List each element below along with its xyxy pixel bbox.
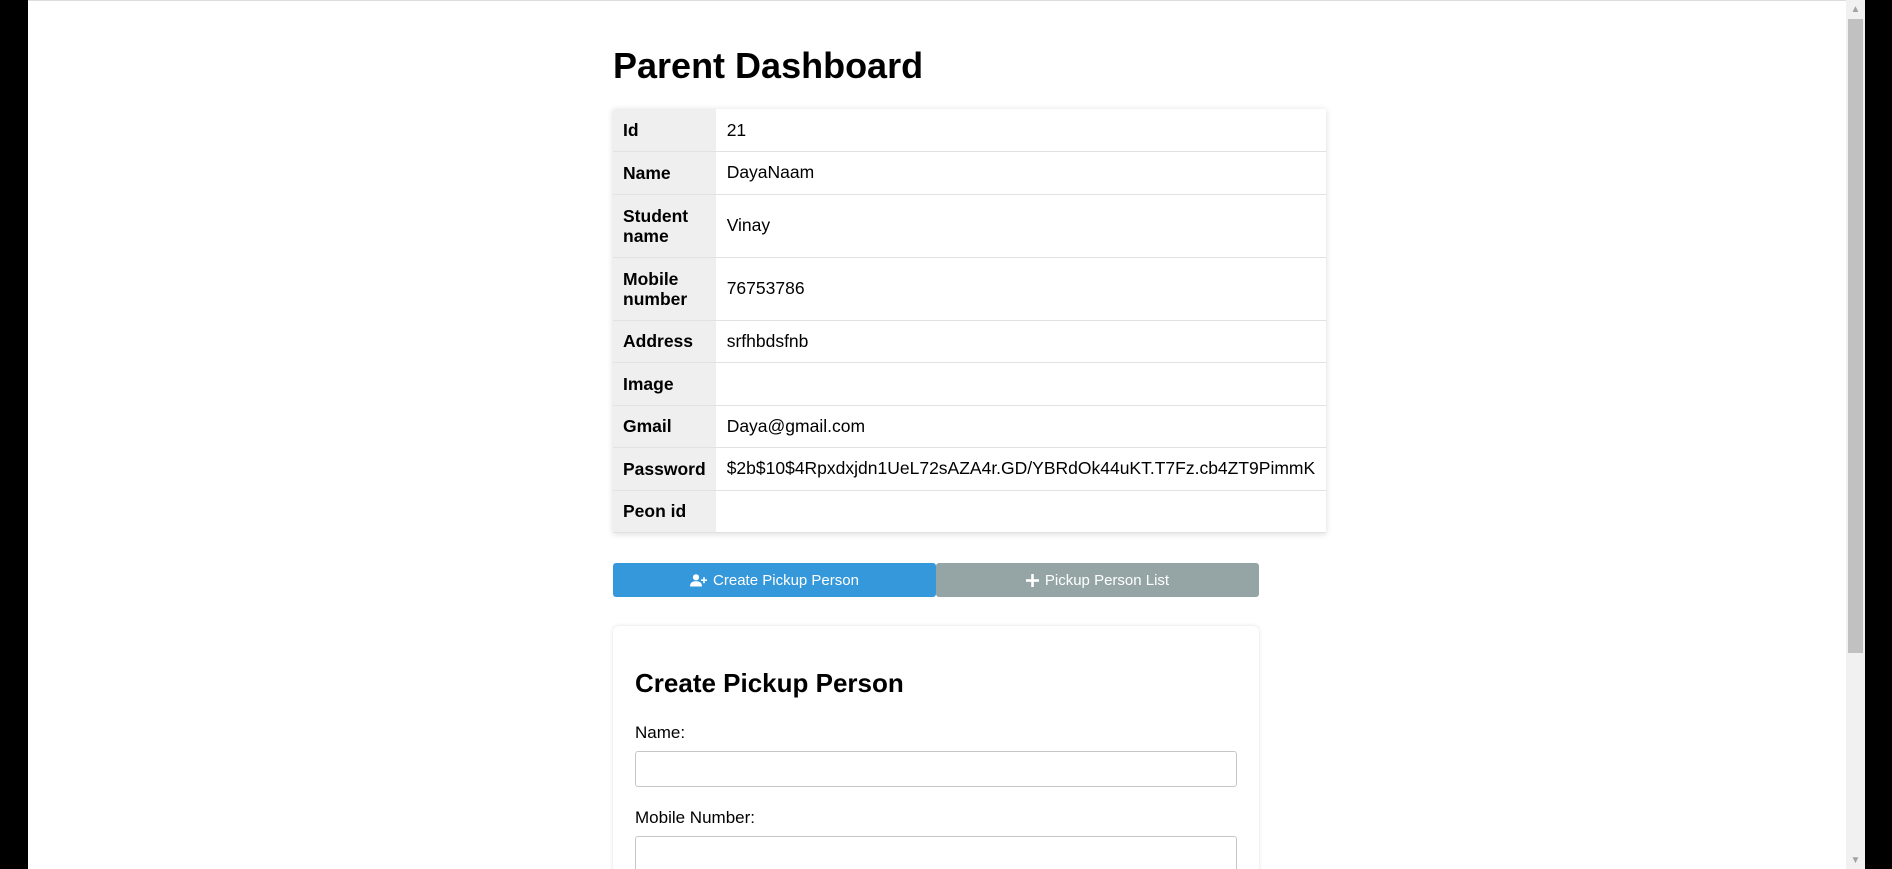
page-viewport: Parent Dashboard Id 21 Name DayaNaam Stu… bbox=[28, 0, 1846, 869]
scrollbar-thumb[interactable] bbox=[1848, 19, 1863, 653]
parent-details-table: Id 21 Name DayaNaam Student name Vinay M… bbox=[613, 109, 1327, 533]
table-row: Image bbox=[613, 362, 1327, 406]
row-label-mobile-number: Mobile number bbox=[613, 257, 716, 321]
action-buttons: Create Pickup Person Pickup Person List bbox=[613, 563, 1259, 597]
create-pickup-person-form: Create Pickup Person Name: Mobile Number… bbox=[613, 626, 1259, 869]
name-input[interactable] bbox=[635, 751, 1237, 787]
row-value-address: srfhbdsfnb bbox=[715, 320, 1327, 363]
create-pickup-person-label: Create Pickup Person bbox=[713, 571, 859, 589]
row-value-gmail: Daya@gmail.com bbox=[715, 405, 1327, 448]
user-plus-icon bbox=[690, 573, 708, 587]
plus-icon bbox=[1025, 573, 1039, 587]
row-value-mobile-number: 76753786 bbox=[715, 257, 1327, 321]
scroll-up-arrow-icon[interactable]: ▲ bbox=[1846, 1, 1865, 18]
row-label-student-name: Student name bbox=[613, 194, 716, 258]
name-label: Name: bbox=[635, 723, 686, 742]
form-title: Create Pickup Person bbox=[635, 668, 904, 698]
mobile-number-label: Mobile Number: bbox=[635, 808, 755, 827]
row-label-address: Address bbox=[613, 320, 716, 363]
row-label-password: Password bbox=[613, 447, 716, 491]
page-title: Parent Dashboard bbox=[613, 45, 924, 86]
table-row: Peon id bbox=[613, 490, 1327, 533]
row-value-image bbox=[715, 362, 1327, 406]
row-label-peon-id: Peon id bbox=[613, 490, 716, 533]
table-row: Mobile number 76753786 bbox=[613, 257, 1327, 321]
pickup-person-list-label: Pickup Person List bbox=[1044, 571, 1170, 589]
vertical-scrollbar[interactable]: ▲ ▼ bbox=[1846, 0, 1865, 869]
row-label-image: Image bbox=[613, 362, 716, 406]
row-value-student-name: Vinay bbox=[715, 194, 1327, 258]
screen-edge bbox=[1865, 0, 1892, 869]
pickup-person-list-button[interactable]: Pickup Person List bbox=[936, 563, 1259, 597]
table-row: Name DayaNaam bbox=[613, 151, 1327, 195]
create-pickup-person-button[interactable]: Create Pickup Person bbox=[613, 563, 936, 597]
table-row: Password $2b$10$4Rpxdxjdn1UeL72sAZA4r.GD… bbox=[613, 447, 1327, 491]
mobile-number-input[interactable] bbox=[635, 836, 1237, 869]
row-value-id: 21 bbox=[715, 109, 1327, 152]
row-value-peon-id bbox=[715, 490, 1327, 533]
row-value-name: DayaNaam bbox=[715, 151, 1327, 195]
row-label-id: Id bbox=[613, 109, 716, 152]
row-label-name: Name bbox=[613, 151, 716, 195]
table-row: Student name Vinay bbox=[613, 194, 1327, 258]
row-value-password: $2b$10$4Rpxdxjdn1UeL72sAZA4r.GD/YBRdOk44… bbox=[715, 447, 1327, 491]
table-row: Id 21 bbox=[613, 109, 1327, 152]
row-label-gmail: Gmail bbox=[613, 405, 716, 448]
table-row: Address srfhbdsfnb bbox=[613, 320, 1327, 363]
scroll-down-arrow-icon[interactable]: ▼ bbox=[1846, 852, 1865, 869]
table-row: Gmail Daya@gmail.com bbox=[613, 405, 1327, 448]
